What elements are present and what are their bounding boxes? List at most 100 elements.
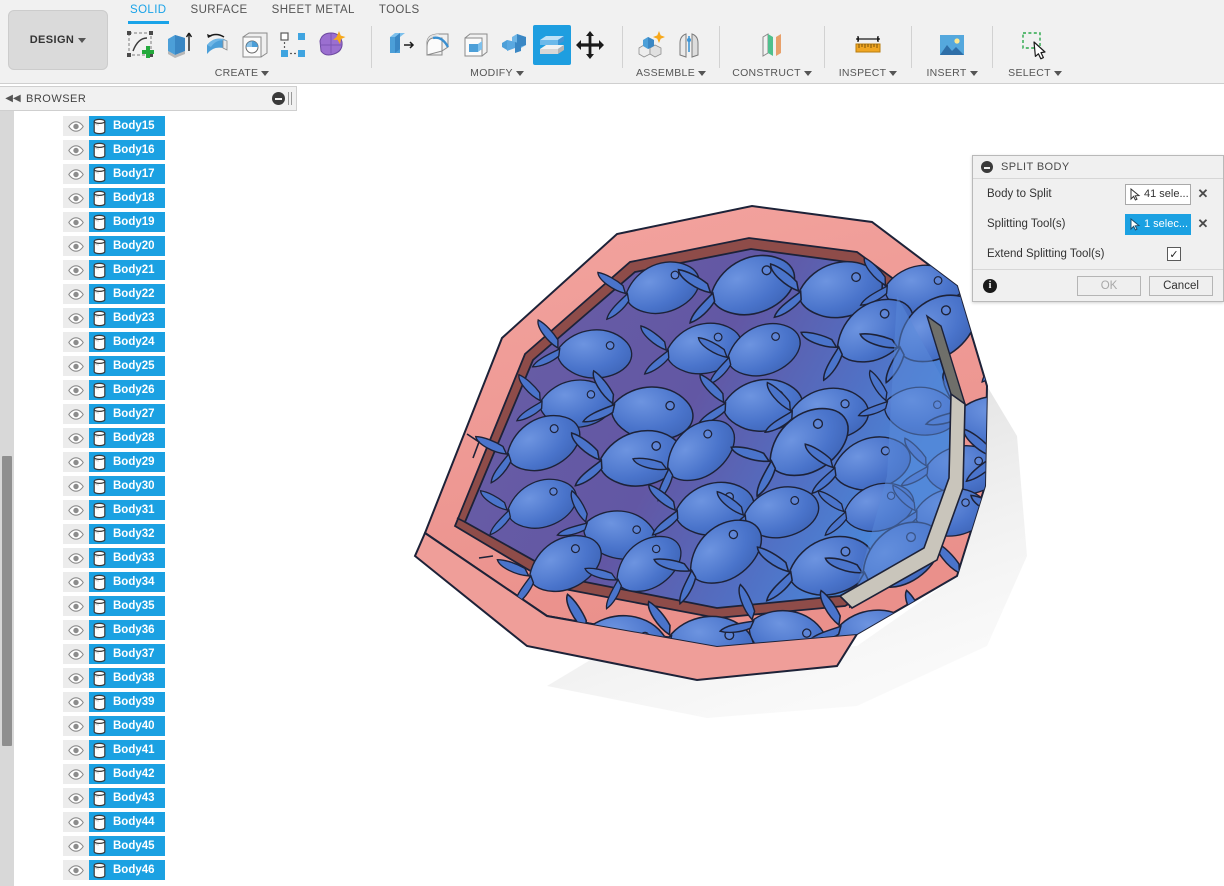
browser-item-body17[interactable]: Body17 (89, 164, 165, 184)
clear-x-icon[interactable]: ✕ (1191, 216, 1215, 232)
ribbon-group-construct-label[interactable]: CONSTRUCT (729, 66, 815, 80)
fish-body[interactable] (1037, 306, 1153, 383)
visibility-eye-icon[interactable] (63, 740, 89, 760)
visibility-eye-icon[interactable] (63, 644, 89, 664)
visibility-eye-icon[interactable] (63, 668, 89, 688)
workspace-switcher-button[interactable]: DESIGN (8, 10, 108, 70)
minimize-icon[interactable] (981, 161, 993, 173)
browser-item-body24[interactable]: Body24 (89, 332, 165, 352)
tab-solid[interactable]: SOLID (118, 2, 179, 24)
visibility-eye-icon[interactable] (63, 404, 89, 424)
tab-sheet-metal[interactable]: SHEET METAL (260, 2, 367, 22)
visibility-eye-icon[interactable] (63, 452, 89, 472)
fillet-icon[interactable] (419, 25, 457, 65)
browser-item-body19[interactable]: Body19 (89, 212, 165, 232)
browser-item-body31[interactable]: Body31 (89, 500, 165, 520)
form-icon[interactable] (312, 25, 350, 65)
visibility-eye-icon[interactable] (63, 428, 89, 448)
browser-item-body20[interactable]: Body20 (89, 236, 165, 256)
visibility-eye-icon[interactable] (63, 572, 89, 592)
ribbon-group-modify-label[interactable]: MODIFY (381, 66, 613, 80)
browser-item-body42[interactable]: Body42 (89, 764, 165, 784)
press-pull-icon[interactable] (381, 25, 419, 65)
browser-item-body16[interactable]: Body16 (89, 140, 165, 160)
ok-button[interactable]: OK (1077, 275, 1141, 296)
visibility-eye-icon[interactable] (63, 860, 89, 880)
browser-item-body36[interactable]: Body36 (89, 620, 165, 640)
ribbon-group-create-label[interactable]: CREATE (122, 66, 362, 80)
new-component-icon[interactable] (632, 25, 670, 65)
visibility-eye-icon[interactable] (63, 356, 89, 376)
browser-scrollbar-thumb[interactable] (2, 456, 12, 746)
browser-item-body30[interactable]: Body30 (89, 476, 165, 496)
visibility-eye-icon[interactable] (63, 116, 89, 136)
browser-item-body23[interactable]: Body23 (89, 308, 165, 328)
fish-body[interactable] (1042, 476, 1166, 560)
browser-item-body27[interactable]: Body27 (89, 404, 165, 424)
visibility-eye-icon[interactable] (63, 524, 89, 544)
browser-item-body18[interactable]: Body18 (89, 188, 165, 208)
visibility-eye-icon[interactable] (63, 188, 89, 208)
ribbon-group-insert-label[interactable]: INSERT (921, 66, 983, 80)
fish-body[interactable] (1057, 399, 1188, 512)
browser-item-body44[interactable]: Body44 (89, 812, 165, 832)
info-icon[interactable]: i (983, 278, 997, 293)
browser-item-body29[interactable]: Body29 (89, 452, 165, 472)
minimize-icon[interactable] (272, 92, 285, 105)
visibility-eye-icon[interactable] (63, 788, 89, 808)
split-body-dialog[interactable]: SPLIT BODY Body to Split 41 sele... ✕ Sp… (972, 155, 1224, 302)
collapse-left-icon[interactable]: ◀◀ (0, 93, 26, 104)
insert-image-icon[interactable] (933, 25, 971, 65)
visibility-eye-icon[interactable] (63, 332, 89, 352)
resize-grip-icon[interactable] (288, 92, 292, 105)
visibility-eye-icon[interactable] (63, 140, 89, 160)
browser-item-body21[interactable]: Body21 (89, 260, 165, 280)
fish-body[interactable] (965, 303, 1081, 394)
combine-icon[interactable] (495, 25, 533, 65)
browser-item-body25[interactable]: Body25 (89, 356, 165, 376)
visibility-eye-icon[interactable] (63, 380, 89, 400)
create-sketch-icon[interactable] (122, 25, 160, 65)
ribbon-group-assemble-label[interactable]: ASSEMBLE (632, 66, 710, 80)
browser-item-body40[interactable]: Body40 (89, 716, 165, 736)
browser-item-body15[interactable]: Body15 (89, 116, 165, 136)
visibility-eye-icon[interactable] (63, 548, 89, 568)
split-body-icon[interactable] (533, 25, 571, 65)
browser-item-body22[interactable]: Body22 (89, 284, 165, 304)
pattern-icon[interactable] (274, 25, 312, 65)
offset-plane-icon[interactable] (753, 25, 791, 65)
browser-item-body41[interactable]: Body41 (89, 740, 165, 760)
visibility-eye-icon[interactable] (63, 620, 89, 640)
browser-item-body32[interactable]: Body32 (89, 524, 165, 544)
browser-item-body35[interactable]: Body35 (89, 596, 165, 616)
browser-item-body33[interactable]: Body33 (89, 548, 165, 568)
tab-surface[interactable]: SURFACE (179, 2, 260, 22)
visibility-eye-icon[interactable] (63, 836, 89, 856)
ribbon-group-select-label[interactable]: SELECT (1002, 66, 1068, 80)
hole-icon[interactable] (236, 25, 274, 65)
joint-icon[interactable] (670, 25, 708, 65)
visibility-eye-icon[interactable] (63, 212, 89, 232)
visibility-eye-icon[interactable] (63, 596, 89, 616)
extrude-icon[interactable] (160, 25, 198, 65)
browser-item-body45[interactable]: Body45 (89, 836, 165, 856)
browser-item-body28[interactable]: Body28 (89, 428, 165, 448)
visibility-eye-icon[interactable] (63, 236, 89, 256)
visibility-eye-icon[interactable] (63, 716, 89, 736)
visibility-eye-icon[interactable] (63, 692, 89, 712)
visibility-eye-icon[interactable] (63, 164, 89, 184)
splitting-tools-selection-button[interactable]: 1 selec... (1125, 213, 1191, 235)
browser-item-body39[interactable]: Body39 (89, 692, 165, 712)
revolve-icon[interactable] (198, 25, 236, 65)
cancel-button[interactable]: Cancel (1149, 275, 1213, 296)
visibility-eye-icon[interactable] (63, 764, 89, 784)
tab-tools[interactable]: TOOLS (367, 2, 432, 22)
browser-scrollbar-track[interactable] (0, 111, 14, 886)
browser-item-body26[interactable]: Body26 (89, 380, 165, 400)
visibility-eye-icon[interactable] (63, 500, 89, 520)
measure-icon[interactable] (849, 25, 887, 65)
visibility-eye-icon[interactable] (63, 812, 89, 832)
visibility-eye-icon[interactable] (63, 476, 89, 496)
body-to-split-selection-button[interactable]: 41 sele... (1125, 183, 1191, 205)
fish-body[interactable] (1035, 376, 1152, 454)
